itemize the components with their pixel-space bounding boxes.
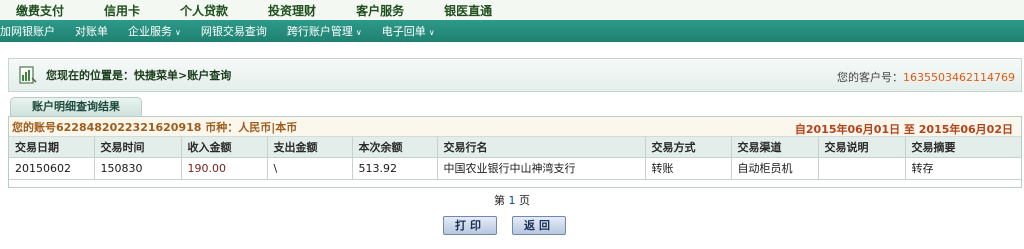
sub-nav-label: 加网银账户 <box>0 25 55 38</box>
page-prefix: 第 <box>494 194 505 207</box>
column-header: 交易时间 <box>94 137 182 158</box>
column-header: 交易日期 <box>9 137 95 158</box>
top-nav-credit-card[interactable]: 信用卡 <box>104 2 140 19</box>
cell-description <box>818 157 906 180</box>
date-range: 自2015年06月01日 至 2015年06月02日 <box>794 123 1013 136</box>
cell-time: 150830 <box>94 157 182 180</box>
top-nav-personal-loan[interactable]: 个人贷款 <box>180 2 228 19</box>
cell-method: 转账 <box>645 157 732 180</box>
sub-nav-e-receipt[interactable]: 电子回单 ∨ <box>382 23 435 39</box>
cell-balance: 513.92 <box>352 157 438 180</box>
chevron-down-icon: ∨ <box>355 28 362 37</box>
chevron-down-icon: ∨ <box>175 28 181 37</box>
sub-nav-label: 电子回单 <box>381 25 426 38</box>
location-bar: 您现在的位置是： 快捷菜单>账户查询 您的客户号：163550346211476… <box>8 58 1022 92</box>
column-header: 交易渠道 <box>731 137 819 158</box>
sub-nav-label: 跨行账户管理 <box>286 25 353 38</box>
top-nav-medical[interactable]: 银医直通 <box>444 2 492 19</box>
tab-account-detail-result[interactable]: 账户明细查询结果 <box>10 97 142 116</box>
sub-nav-label: 网银交易查询 <box>200 25 267 38</box>
customer-number-label: 您的客户号： <box>837 71 904 84</box>
page-number[interactable]: 1 <box>509 194 516 207</box>
sub-nav-statement[interactable]: 对账单 <box>75 23 108 39</box>
top-nav-payment[interactable]: 缴费支付 <box>16 2 64 19</box>
transaction-table: 交易日期 交易时间 收入金额 支出金额 本次余额 交易行名 交易方式 交易渠道 … <box>9 137 1021 180</box>
customer-number-value: 1635503462114769 <box>903 71 1015 84</box>
back-button[interactable]: 返回 <box>512 216 566 235</box>
cell-bank-name: 中国农业银行中山神湾支行 <box>437 157 646 180</box>
account-summary: 您的账号6228482022321620918 币种：人民币|本币 自2015年… <box>9 117 1021 137</box>
pagination: 第 1 页 <box>0 192 1024 208</box>
page-suffix: 页 <box>519 194 530 207</box>
sub-nav-transaction-query[interactable]: 网银交易查询 <box>201 23 267 39</box>
chevron-down-icon: ∨ <box>428 28 435 37</box>
result-panel: 您的账号6228482022321620918 币种：人民币|本币 自2015年… <box>8 116 1022 188</box>
sub-nav-label: 企业服务 <box>128 25 172 38</box>
cell-channel: 自动柜员机 <box>731 157 819 180</box>
cell-expense: \ <box>267 157 353 180</box>
document-chart-icon <box>19 66 37 84</box>
table-row: 20150602 150830 190.00 \ 513.92 中国农业银行中山… <box>9 157 1021 180</box>
column-header: 本次余额 <box>352 137 438 158</box>
location-prefix: 您现在的位置是： <box>46 69 134 82</box>
breadcrumb: 快捷菜单>账户查询 <box>134 69 232 82</box>
sub-navigation: 加网银账户 对账单 企业服务 ∨ 网银交易查询 跨行账户管理 ∨ 电子回单 ∨ <box>0 20 1024 42</box>
cell-summary: 转存 <box>905 157 1021 180</box>
column-header: 支出金额 <box>267 137 353 158</box>
table-header: 交易日期 交易时间 收入金额 支出金额 本次余额 交易行名 交易方式 交易渠道 … <box>9 137 1021 158</box>
column-header: 交易行名 <box>437 137 646 158</box>
print-button[interactable]: 打印 <box>443 216 497 235</box>
account-info: 您的账号6228482022321620918 币种：人民币|本币 <box>12 120 298 134</box>
top-nav-investment[interactable]: 投资理财 <box>268 2 316 19</box>
sub-nav-label: 对账单 <box>75 25 108 38</box>
top-navigation: 缴费支付 信用卡 个人贷款 投资理财 客户服务 银医直通 <box>0 0 1024 20</box>
sub-nav-enterprise[interactable]: 企业服务 ∨ <box>128 23 181 39</box>
column-header: 交易摘要 <box>905 137 1021 158</box>
column-header: 交易方式 <box>645 137 732 158</box>
column-header: 收入金额 <box>181 137 268 158</box>
sub-nav-cross-bank[interactable]: 跨行账户管理 ∨ <box>287 23 362 39</box>
sub-nav-add-account[interactable]: 加网银账户 <box>0 23 55 39</box>
customer-number: 您的客户号：1635503462114769 <box>837 69 1015 85</box>
top-nav-customer-service[interactable]: 客户服务 <box>356 2 404 19</box>
cell-income: 190.00 <box>181 157 268 180</box>
column-header: 交易说明 <box>818 137 906 158</box>
cell-date: 20150602 <box>9 157 95 180</box>
